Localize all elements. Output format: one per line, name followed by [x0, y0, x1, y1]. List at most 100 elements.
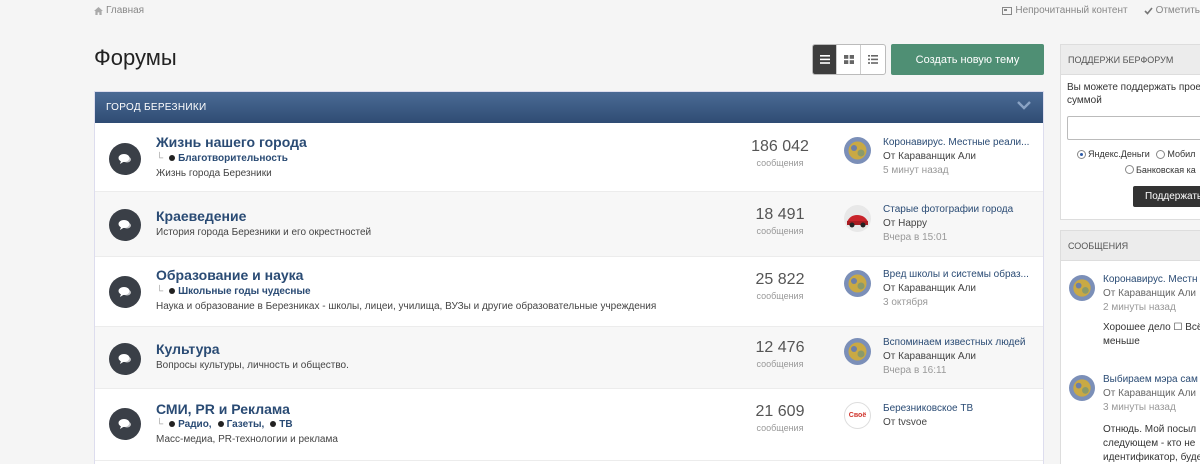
- message-excerpt: следующем - кто не: [1103, 438, 1196, 449]
- last-post: Вред школы и системы образ... От Караван…: [883, 268, 1033, 310]
- forum-category-block: ГОРОД БЕРЕЗНИКИ Жизнь нашего города └ Бл…: [94, 91, 1044, 464]
- top-bar: Главная Непрочитанный контент Отметить: [0, 0, 1200, 22]
- list-item: Коронавирус. Местн От Караванщик Али 2 м…: [1069, 273, 1200, 353]
- forum-chat-icon: [109, 343, 141, 375]
- forum-description: Жизнь города Березники: [156, 168, 272, 179]
- subforum-link[interactable]: Газеты,: [217, 419, 264, 430]
- subforum-link[interactable]: ТВ: [270, 419, 293, 430]
- last-post-time: 3 октября: [883, 297, 928, 308]
- last-post-author[interactable]: От Караванщик Али: [883, 350, 1033, 364]
- subforum-link[interactable]: Школьные годы чудесные: [169, 286, 311, 297]
- radio-mobile[interactable]: Мобил: [1156, 147, 1195, 161]
- forum-row: Культура Вопросы культуры, личность и об…: [95, 327, 1043, 389]
- last-post-author[interactable]: От Караванщик Али: [883, 150, 1033, 164]
- post-count: 186 042 сообщения: [751, 138, 809, 168]
- forum-description: Масс-медиа, PR-технологии и реклама: [156, 434, 338, 445]
- grid-icon: [843, 55, 854, 64]
- last-post-title[interactable]: Вспоминаем известных людей: [883, 336, 1033, 350]
- category-header[interactable]: ГОРОД БЕРЕЗНИКИ: [95, 92, 1043, 123]
- forum-chat-icon: [109, 209, 141, 241]
- unread-content-link[interactable]: Непрочитанный контент: [1002, 5, 1128, 16]
- create-new-topic-button[interactable]: Создать новую тему: [891, 44, 1044, 75]
- message-time: 3 минуты назад: [1103, 402, 1176, 413]
- message-author[interactable]: От Караванщик Али: [1103, 387, 1196, 401]
- last-post-title[interactable]: Старые фотографии города: [883, 203, 1033, 217]
- avatar[interactable]: [1069, 275, 1095, 301]
- avatar[interactable]: Своё: [844, 402, 871, 429]
- forum-row: СМИ, PR и Реклама └ Радио, Газеты, ТВ Ма…: [95, 389, 1043, 461]
- forum-chat-icon: [109, 408, 141, 440]
- mark-read-link[interactable]: Отметить: [1144, 5, 1200, 16]
- forum-row: Образование и наука └ Школьные годы чуде…: [95, 257, 1043, 327]
- subforum-list: └ Благотворительность: [156, 153, 288, 164]
- messages-widget-title: СООБЩЕНИЯ: [1061, 231, 1200, 261]
- avatar[interactable]: [844, 205, 871, 232]
- forum-title[interactable]: СМИ, PR и Реклама: [156, 401, 290, 417]
- last-post-time: 5 минут назад: [883, 165, 949, 176]
- category-title: ГОРОД БЕРЕЗНИКИ: [106, 102, 207, 113]
- forum-chat-icon: [109, 143, 141, 175]
- avatar[interactable]: [844, 137, 871, 164]
- view-switcher: [812, 44, 886, 75]
- subforum-list: └ Радио, Газеты, ТВ: [156, 419, 293, 430]
- messages-widget: СООБЩЕНИЯ Коронавирус. Местн От Караванщ…: [1060, 230, 1200, 464]
- message-excerpt: меньше: [1103, 336, 1140, 347]
- payment-method-options: Яндекс.Деньги Мобил Банковская ка: [1061, 140, 1200, 178]
- last-post: Вспоминаем известных людей От Караванщик…: [883, 336, 1033, 378]
- post-count: 18 491 сообщения: [755, 206, 805, 236]
- last-post: Березниковское ТВ От tvsvoe: [883, 402, 1033, 430]
- last-post-title[interactable]: Березниковское ТВ: [883, 402, 1033, 416]
- view-list-button[interactable]: [813, 45, 837, 74]
- radio-bank-card[interactable]: Банковская ка: [1125, 163, 1196, 177]
- support-submit-button[interactable]: Поддержать: [1133, 186, 1200, 207]
- post-count: 21 609 сообщения: [755, 403, 805, 433]
- list-item: Выбираем мэра сам От Караванщик Али 3 ми…: [1069, 373, 1200, 464]
- breadcrumb-home[interactable]: Главная: [106, 5, 144, 16]
- home-icon: [94, 6, 103, 15]
- forum-row: Краеведение История города Березники и е…: [95, 192, 1043, 257]
- message-time: 2 минуты назад: [1103, 302, 1176, 313]
- avatar[interactable]: [844, 338, 871, 365]
- post-count: 25 822 сообщения: [755, 271, 805, 301]
- message-title[interactable]: Выбираем мэра сам: [1103, 373, 1198, 387]
- last-post-title[interactable]: Коронавирус. Местные реали...: [883, 136, 1033, 150]
- forum-description: История города Березники и его окрестнос…: [156, 227, 372, 238]
- message-author[interactable]: От Караванщик Али: [1103, 287, 1196, 301]
- last-post: Коронавирус. Местные реали... От Караван…: [883, 136, 1033, 178]
- avatar[interactable]: [1069, 375, 1095, 401]
- last-post-author[interactable]: От Караванщик Али: [883, 282, 1033, 296]
- forum-title[interactable]: Краеведение: [156, 208, 246, 224]
- post-count: 12 476 сообщения: [755, 339, 805, 369]
- support-widget-title: ПОДДЕРЖИ БЕРФОРУМ: [1061, 45, 1200, 75]
- radio-yandex[interactable]: Яндекс.Деньги: [1077, 147, 1150, 161]
- last-post-author[interactable]: От Happy: [883, 217, 1033, 231]
- forum-title[interactable]: Культура: [156, 341, 220, 357]
- newspaper-icon: [1002, 6, 1013, 15]
- support-text: Вы можете поддержать прое суммой: [1067, 82, 1200, 106]
- avatar[interactable]: [844, 270, 871, 297]
- donation-amount-input[interactable]: [1067, 116, 1200, 140]
- forum-description: Наука и образование в Березниках - школы…: [156, 301, 657, 312]
- message-excerpt: Отнюдь. Мой посыл: [1103, 424, 1197, 435]
- subforum-link[interactable]: Радио,: [169, 419, 212, 430]
- forum-title[interactable]: Жизнь нашего города: [156, 134, 307, 150]
- page-title: Форумы: [94, 45, 177, 70]
- message-excerpt: идентификатор, буде: [1103, 452, 1200, 463]
- view-detailed-list-button[interactable]: [861, 45, 885, 74]
- last-post-title[interactable]: Вред школы и системы образ...: [883, 268, 1033, 282]
- forum-row: Жизнь нашего города └ Благотворительност…: [95, 123, 1043, 192]
- list-icon: [819, 55, 830, 64]
- check-icon: [1144, 6, 1153, 15]
- message-title[interactable]: Коронавирус. Местн: [1103, 273, 1198, 287]
- last-post-time: Вчера в 16:11: [883, 365, 947, 376]
- detailed-list-icon: [868, 55, 878, 64]
- breadcrumb[interactable]: Главная: [94, 5, 144, 16]
- forum-title[interactable]: Образование и наука: [156, 267, 303, 283]
- chevron-down-icon[interactable]: [1017, 101, 1031, 110]
- forum-chat-icon: [109, 276, 141, 308]
- last-post-author[interactable]: От tvsvoe: [883, 416, 1033, 430]
- subforum-link[interactable]: Благотворительность: [169, 153, 288, 164]
- last-post: Старые фотографии города От Happy Вчера …: [883, 203, 1033, 245]
- view-grid-button[interactable]: [837, 45, 861, 74]
- forum-description: Вопросы культуры, личность и общество.: [156, 360, 349, 371]
